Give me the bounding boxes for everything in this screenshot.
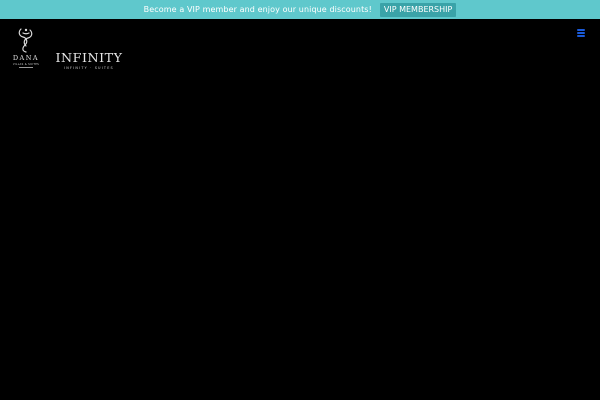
svg-text:DANA: DANA: [13, 54, 39, 62]
infinity-logo-mark: INFINITY INFINITY · SUITES: [56, 51, 124, 70]
promo-bar: Become a VIP member and enjoy our unique…: [0, 0, 600, 19]
dana-logo-mark: DANA VILLAS & SUITES: [13, 28, 39, 68]
svg-text:INFINITY · SUITES: INFINITY · SUITES: [64, 66, 114, 70]
svg-text:INFINITY: INFINITY: [56, 51, 124, 65]
hamburger-menu-button[interactable]: [577, 28, 587, 38]
page: Become a VIP member and enjoy our unique…: [0, 0, 600, 400]
hamburger-menu-icon: [577, 29, 587, 37]
dana-villas-logo[interactable]: DANA VILLAS & SUITES: [10, 27, 42, 71]
infinity-suites-logo[interactable]: INFINITY INFINITY · SUITES: [54, 50, 124, 72]
svg-text:VILLAS & SUITES: VILLAS & SUITES: [13, 62, 39, 66]
vip-membership-button[interactable]: VIP MEMBERSHIP: [379, 2, 457, 17]
promo-message: Become a VIP member and enjoy our unique…: [143, 4, 372, 14]
